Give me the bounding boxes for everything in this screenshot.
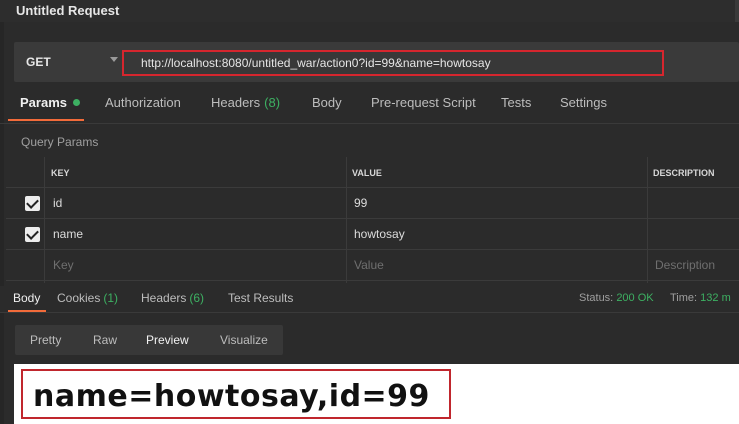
response-tab-cookies-label: Cookies <box>57 291 101 305</box>
param-value-cell[interactable]: 99 <box>354 196 367 210</box>
response-tab-body[interactable]: Body <box>13 291 40 305</box>
param-value-cell[interactable]: howtosay <box>354 227 405 241</box>
view-raw-button[interactable]: Raw <box>93 333 117 347</box>
status-label: Status: <box>579 292 614 304</box>
response-time: Time: 132 m <box>670 292 731 304</box>
column-divider <box>647 157 648 283</box>
tab-params-label: Params <box>20 95 67 110</box>
table-row-new: Key Value Description <box>6 250 739 281</box>
tab-headers[interactable]: Headers (8) <box>211 95 280 121</box>
url-text: http://localhost:8080/untitled_war/actio… <box>141 56 491 70</box>
status-value: 200 OK <box>616 292 654 304</box>
method-label: GET <box>26 55 51 69</box>
tab-body[interactable]: Body <box>312 95 342 121</box>
request-title[interactable]: Untitled Request <box>16 3 119 18</box>
tab-settings[interactable]: Settings <box>560 95 607 121</box>
request-bar: GET http://localhost:8080/untitled_war/a… <box>14 42 739 82</box>
table-row: id 99 <box>6 188 739 219</box>
response-tabs: Body Cookies (1) Headers (6) Test Results … <box>0 286 739 312</box>
time-label: Time: <box>670 292 698 304</box>
response-body-text: name=howtosay,id=99 <box>33 379 430 414</box>
response-highlight-box: name=howtosay,id=99 <box>21 369 451 419</box>
view-mode-tabs: Pretty Raw Preview Visualize <box>15 325 283 355</box>
tab-pre-request-label: Pre-request Script <box>371 95 476 110</box>
column-description-header: DESCRIPTION <box>653 168 715 178</box>
view-preview-button[interactable]: Preview <box>146 333 189 347</box>
column-divider <box>346 157 347 283</box>
response-tab-headers-label: Headers <box>141 291 187 305</box>
tab-pre-request-script[interactable]: Pre-request Script <box>371 95 476 121</box>
row-enabled-checkbox[interactable] <box>25 196 40 211</box>
tabs-divider <box>0 123 739 124</box>
response-divider <box>0 312 739 313</box>
response-tab-cookies[interactable]: Cookies (1) <box>57 291 118 305</box>
title-bar-edge <box>735 0 739 22</box>
response-headers-count: (6) <box>189 291 205 305</box>
response-cookies-count: (1) <box>103 291 119 305</box>
response-preview: name=howtosay,id=99 <box>14 364 739 424</box>
tab-authorization-label: Authorization <box>105 95 181 110</box>
url-input[interactable]: http://localhost:8080/untitled_war/actio… <box>122 50 664 76</box>
tab-tests[interactable]: Tests <box>501 95 531 121</box>
response-status: Status: 200 OK <box>579 292 654 304</box>
new-value-input[interactable]: Value <box>354 258 384 272</box>
new-key-input[interactable]: Key <box>53 258 74 272</box>
tab-tests-label: Tests <box>501 95 532 110</box>
column-divider <box>44 157 45 283</box>
chevron-down-icon[interactable] <box>110 57 118 62</box>
request-tabs: Params Authorization Headers (8) Body Pre… <box>0 95 739 121</box>
method-select[interactable]: GET <box>14 42 124 82</box>
left-edge-divider <box>0 0 4 424</box>
new-description-input[interactable]: Description <box>655 258 715 272</box>
view-visualize-button[interactable]: Visualize <box>220 333 268 347</box>
param-key-cell[interactable]: name <box>53 227 83 241</box>
response-tab-headers[interactable]: Headers (6) <box>141 291 204 305</box>
table-header-row: KEY VALUE DESCRIPTION <box>6 157 739 188</box>
column-key-header: KEY <box>51 168 70 178</box>
response-tab-test-results[interactable]: Test Results <box>228 291 293 305</box>
tab-headers-count: (8) <box>264 95 281 110</box>
query-params-heading: Query Params <box>21 135 99 149</box>
tab-body-label: Body <box>312 95 342 110</box>
active-tab-underline <box>8 119 84 121</box>
param-key-cell[interactable]: id <box>53 196 62 210</box>
time-value: 132 m <box>700 292 731 304</box>
tab-params[interactable]: Params <box>20 95 80 121</box>
params-table: KEY VALUE DESCRIPTION id 99 name howtosa… <box>6 157 739 283</box>
column-value-header: VALUE <box>352 168 382 178</box>
table-row: name howtosay <box>6 219 739 250</box>
title-bar: Untitled Request <box>0 0 739 22</box>
tab-headers-label: Headers <box>211 95 261 110</box>
tab-authorization[interactable]: Authorization <box>105 95 181 121</box>
view-pretty-button[interactable]: Pretty <box>30 333 61 347</box>
tab-settings-label: Settings <box>560 95 607 110</box>
row-enabled-checkbox[interactable] <box>25 227 40 242</box>
params-active-dot-icon <box>72 99 80 106</box>
